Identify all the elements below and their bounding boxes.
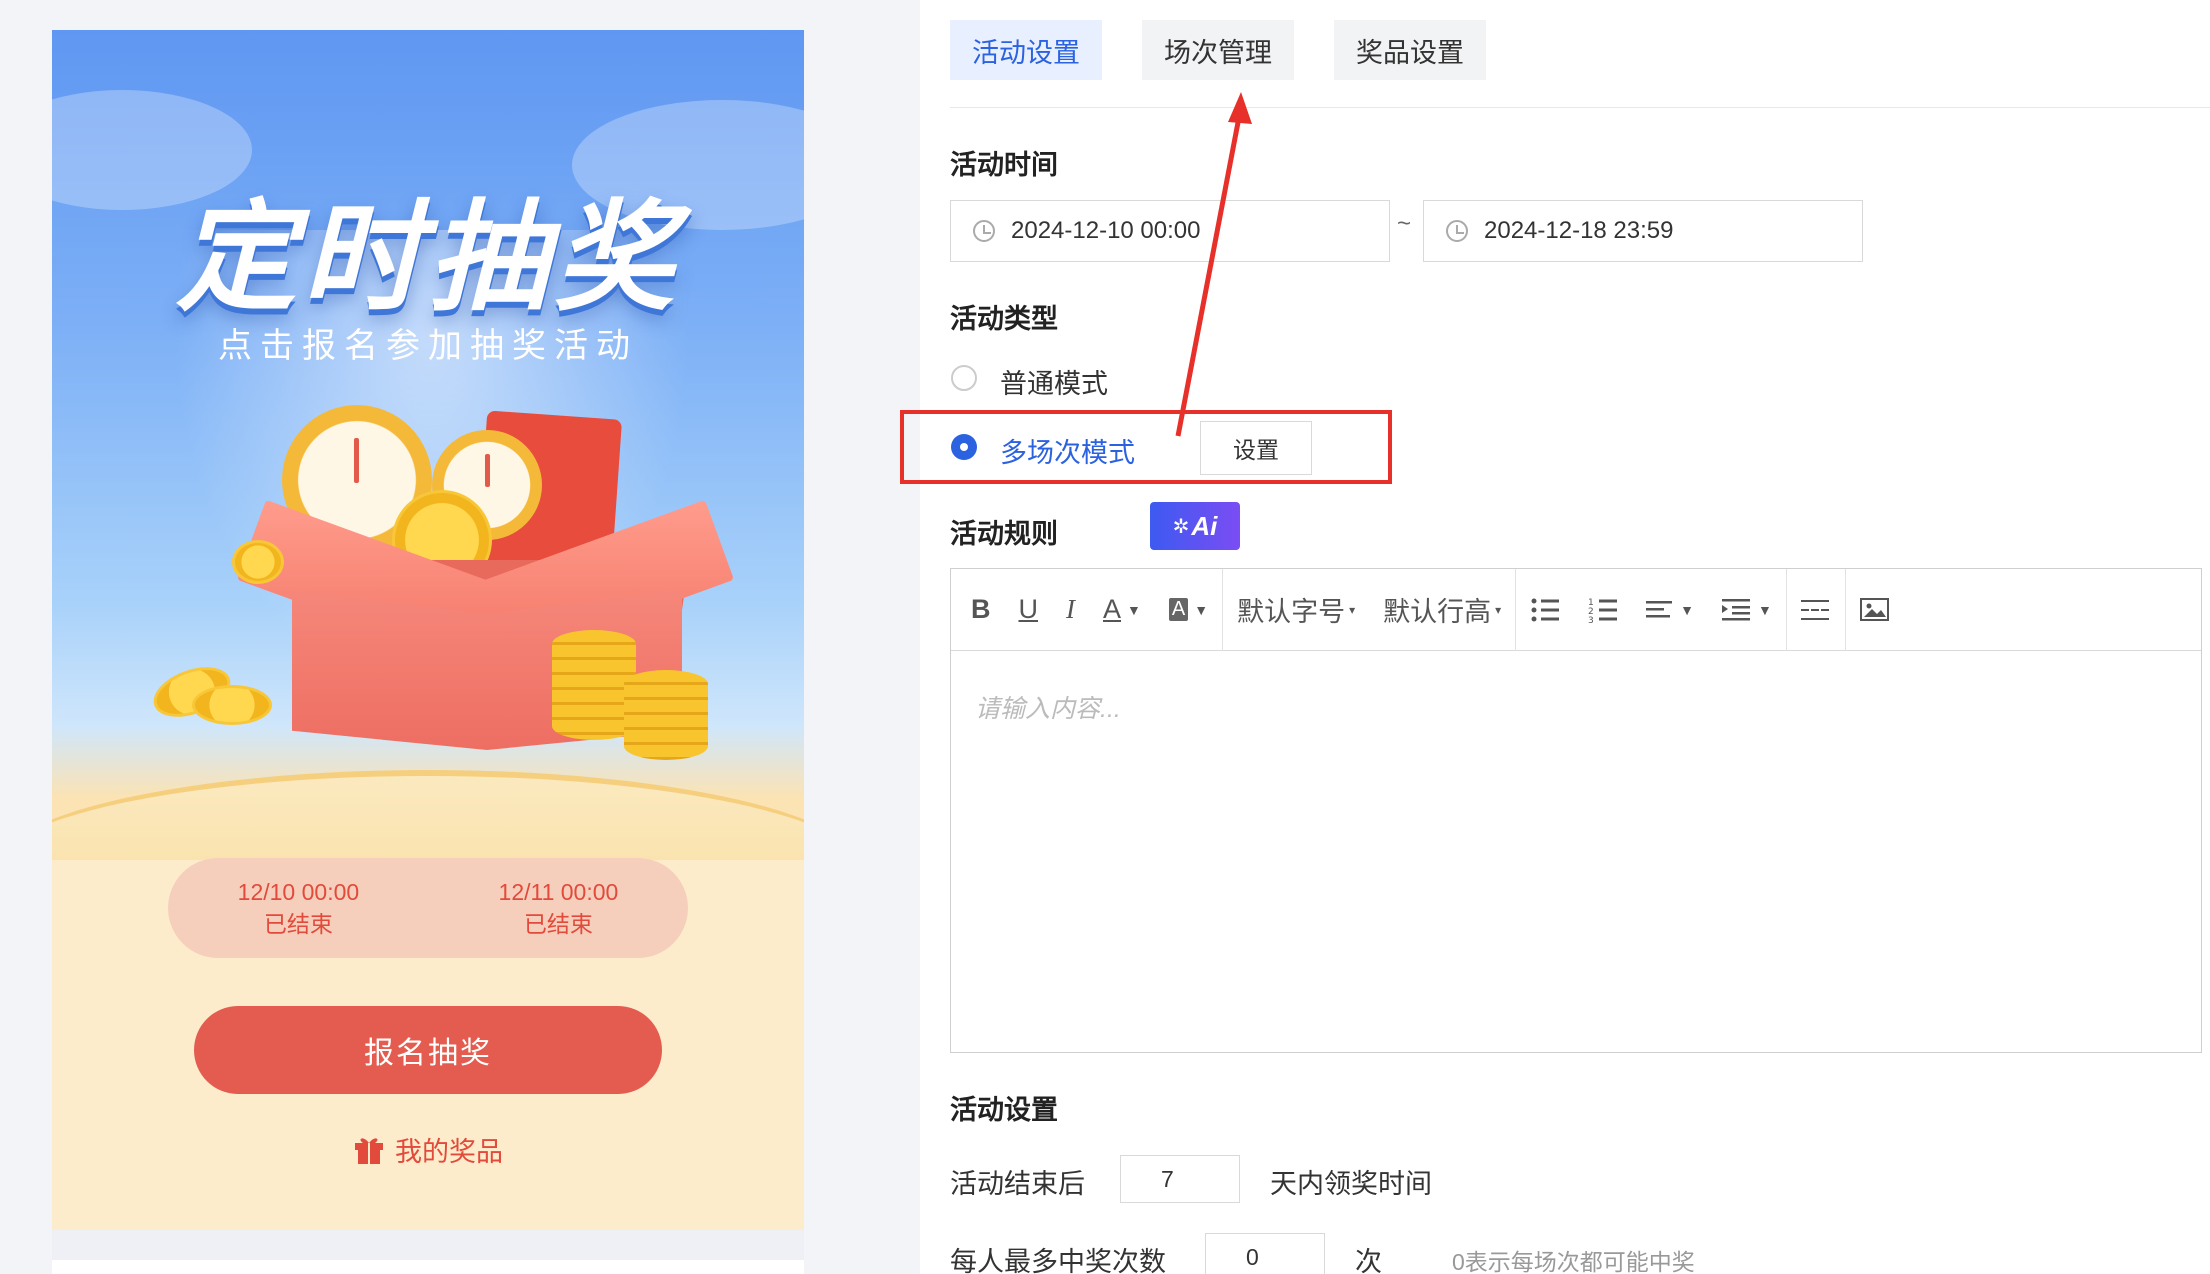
line-height-label: 默认行高 [1383,597,1492,627]
session-time: 12/10 00:00 [237,879,360,905]
italic-icon[interactable]: I [1052,569,1089,651]
align-icon[interactable]: ▼ [1632,569,1708,651]
session-slot: 12/11 00:00 已结束 [499,876,619,940]
session-status: 已结束 [523,911,593,937]
time-separator: ~ [1397,210,1412,237]
session-status: 已结束 [263,911,333,937]
background-color-icon[interactable]: A ▼ [1155,569,1222,651]
gift-icon [355,1137,383,1164]
session-time: 12/11 00:00 [498,879,619,905]
font-size-label: 默认字号 [1237,597,1346,627]
settings-tabs: 活动设置 场次管理 奖品设置 [950,20,1486,80]
activity-time-label: 活动时间 [950,150,1058,180]
claim-prefix-label: 活动结束后 [950,1169,1085,1199]
radio-normal-mode[interactable] [951,365,977,391]
image-icon[interactable] [1846,569,1904,651]
highlight-box [900,410,1392,484]
ai-label: Ai [1191,510,1218,541]
font-size-select[interactable]: 默认字号 ▾ [1223,569,1369,651]
activity-settings-label: 活动设置 [950,1095,1058,1125]
bullet-list-icon[interactable] [1516,569,1574,651]
activity-rules-label: 活动规则 [950,519,1058,549]
tab-session-management[interactable]: 场次管理 [1142,20,1294,80]
phone-footer-strip [52,1260,804,1274]
magic-wand-icon: ✲ [1172,515,1190,538]
start-time-value: 2024-12-10 00:00 [1011,217,1201,244]
tab-activity-settings[interactable]: 活动设置 [950,20,1102,80]
numbered-list-icon[interactable]: 123 [1574,569,1632,651]
claim-days-input[interactable]: 7 [1120,1155,1240,1203]
gold-coin-icon [232,540,284,584]
end-time-value: 2024-12-18 23:59 [1484,217,1674,244]
tab-prize-settings[interactable]: 奖品设置 [1334,20,1486,80]
max-win-label: 每人最多中奖次数 [950,1247,1166,1274]
phone-footer-bar [52,1230,804,1260]
claim-suffix-label: 天内领奖时间 [1270,1169,1432,1199]
gold-coin-icon [192,685,272,725]
svg-text:3: 3 [1588,616,1594,624]
tabs-divider [950,107,2210,108]
divider-line-icon[interactable] [1787,569,1845,651]
font-color-icon[interactable]: A ▼ [1089,569,1155,651]
rich-text-editor: B U I A ▼ A ▼ 默认字号 ▾ 默认行高 ▾ 123 ▼ ▼ 请输入内… [950,568,2202,1053]
underline-icon[interactable]: U [1005,569,1053,651]
my-prize-link[interactable]: 我的奖品 [52,1130,804,1169]
end-time-input[interactable]: 2024-12-18 23:59 [1423,200,1863,262]
preview-subtitle: 点击报名参加抽奖活动 [218,327,638,365]
signup-lottery-button[interactable]: 报名抽奖 [194,1006,662,1094]
session-time-pill: 12/10 00:00 已结束 12/11 00:00 已结束 [168,858,688,958]
activity-type-label: 活动类型 [950,304,1058,334]
max-win-input[interactable]: 0 [1205,1233,1325,1274]
radio-normal-mode-label[interactable]: 普通模式 [1000,362,1108,401]
line-height-select[interactable]: 默认行高 ▾ [1369,569,1515,651]
indent-icon[interactable]: ▼ [1708,569,1786,651]
editor-placeholder[interactable]: 请输入内容... [975,689,1121,725]
ai-assist-button[interactable]: ✲ Ai [1150,502,1240,550]
my-prize-label: 我的奖品 [395,1137,503,1167]
preview-title: 定时抽奖 [176,191,680,325]
start-time-input[interactable]: 2024-12-10 00:00 [950,200,1390,262]
max-win-hint: 0表示每场次都可能中奖 [1452,1249,1695,1274]
clock-icon [1446,220,1468,242]
editor-toolbar: B U I A ▼ A ▼ 默认字号 ▾ 默认行高 ▾ 123 ▼ ▼ [951,568,2201,651]
session-slot: 12/10 00:00 已结束 [238,876,360,940]
coin-stack-icon [624,670,708,760]
phone-preview: 定时抽奖 点击报名参加抽奖活动 12/10 00:00 已结束 12/11 00… [52,30,804,1230]
max-win-unit: 次 [1355,1247,1382,1274]
clock-icon [973,220,995,242]
bold-icon[interactable]: B [951,569,1005,651]
